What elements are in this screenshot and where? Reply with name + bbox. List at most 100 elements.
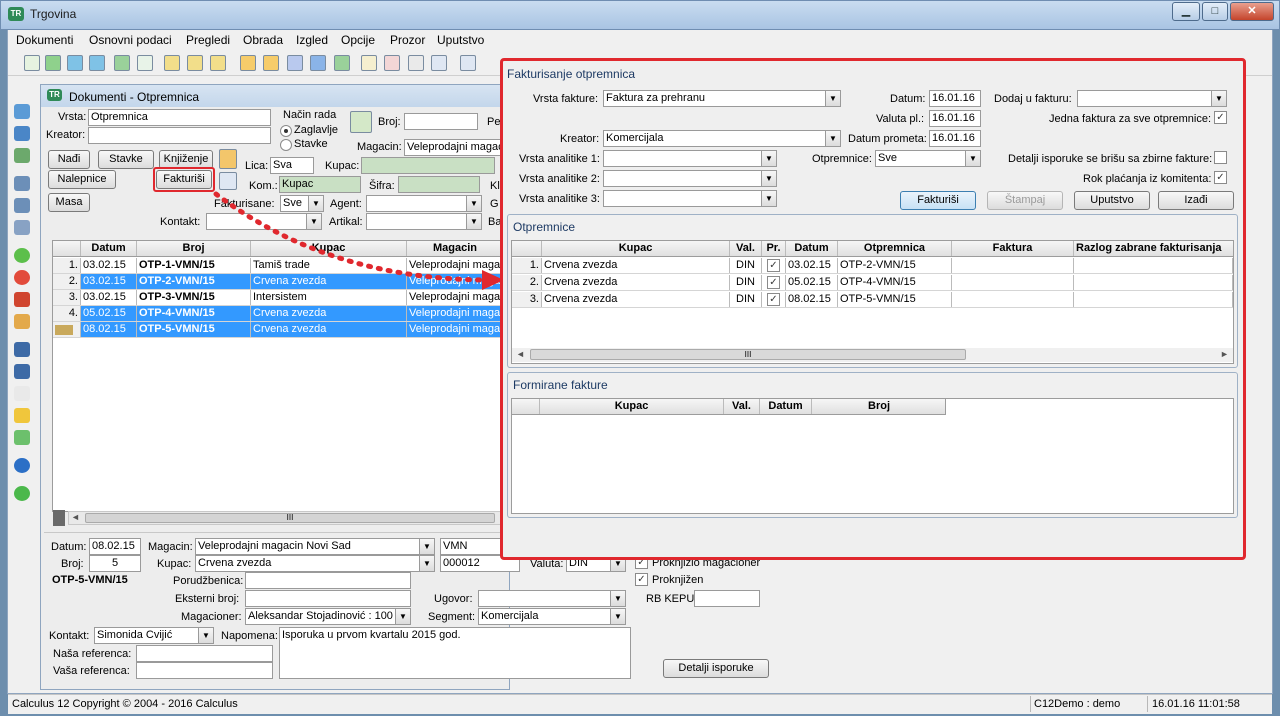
lica-field[interactable]: Sva bbox=[270, 157, 314, 174]
sheet-icon[interactable] bbox=[137, 55, 153, 71]
vrsta-field[interactable]: Otpremnica bbox=[88, 109, 271, 126]
pr-checkbox[interactable]: ✓ bbox=[767, 293, 780, 306]
col-datum[interactable]: Datum bbox=[760, 399, 812, 414]
nalepnice-button[interactable]: Nalepnice bbox=[48, 170, 116, 189]
refresh-docs-icon[interactable] bbox=[350, 111, 372, 133]
doc-green-icon[interactable] bbox=[310, 55, 326, 71]
vrsta-analitike-3-select[interactable]: ▼ bbox=[603, 190, 777, 207]
window-icon[interactable] bbox=[334, 55, 350, 71]
col-val[interactable]: Val. bbox=[724, 399, 760, 414]
save-icon[interactable] bbox=[14, 104, 30, 119]
dialog-datum-field[interactable]: 16.01.16 bbox=[929, 90, 981, 107]
undo-icon[interactable] bbox=[14, 292, 30, 307]
menu-obrada[interactable]: Obrada bbox=[243, 33, 283, 47]
segment-select[interactable]: Komercijala ▼ bbox=[478, 608, 626, 625]
ugovor-select[interactable]: ▼ bbox=[478, 590, 626, 607]
refresh-icon[interactable] bbox=[45, 55, 61, 71]
nadji-button[interactable]: Nađi bbox=[48, 150, 90, 169]
scroll-right-icon[interactable]: ► bbox=[1220, 349, 1229, 359]
disk-icon[interactable] bbox=[14, 126, 30, 141]
table-row[interactable]: 4. 05.02.15 OTP-4-VMN/15 Crvena zvezda V… bbox=[53, 306, 503, 322]
napomena-field[interactable]: Isporuka u prvom kvartalu 2015 god. bbox=[279, 627, 631, 679]
user-lock-icon[interactable] bbox=[219, 149, 237, 169]
detail-magacin-select[interactable]: Veleprodajni magacin Novi Sad ▼ bbox=[195, 538, 435, 555]
col-val[interactable]: Val. bbox=[730, 241, 762, 256]
menu-dokumenti[interactable]: Dokumenti bbox=[16, 33, 73, 47]
detail-broj-field[interactable]: 5 bbox=[89, 555, 141, 572]
col-broj[interactable]: Broj bbox=[812, 399, 946, 414]
doc-pen-icon[interactable] bbox=[240, 55, 256, 71]
copy-icon[interactable] bbox=[14, 220, 30, 235]
close-button[interactable]: ✕ bbox=[1230, 2, 1274, 21]
window-red-icon[interactable] bbox=[361, 55, 377, 71]
back-icon[interactable] bbox=[89, 55, 105, 71]
detalji-isporuke-button[interactable]: Detalji isporuke bbox=[663, 659, 769, 678]
filter-icon[interactable] bbox=[14, 408, 30, 423]
scroll-left-icon[interactable]: ◄ bbox=[516, 349, 525, 359]
menu-prozor[interactable]: Prozor bbox=[390, 33, 425, 47]
columns-icon[interactable] bbox=[431, 55, 447, 71]
forward-icon[interactable] bbox=[67, 55, 83, 71]
kontakt-select[interactable]: Simonida Cvijić ▼ bbox=[94, 627, 214, 644]
ok-icon[interactable] bbox=[14, 486, 30, 501]
doc-copy-icon[interactable] bbox=[263, 55, 279, 71]
magacioner-select[interactable]: Aleksandar Stojadinović : 100 ▼ bbox=[245, 608, 411, 625]
doc-edit-icon[interactable] bbox=[210, 55, 226, 71]
menu-osnovni-podaci[interactable]: Osnovni podaci bbox=[89, 33, 172, 47]
datum-prometa-field[interactable]: 16.01.16 bbox=[929, 130, 981, 147]
delete-icon[interactable] bbox=[14, 270, 30, 285]
table-icon[interactable] bbox=[14, 148, 30, 163]
minimize-button[interactable]: ▁ bbox=[1172, 2, 1200, 21]
table-row[interactable]: 08.02.15 OTP-5-VMN/15 Crvena zvezda Vele… bbox=[53, 322, 503, 338]
col-otpremnica[interactable]: Otpremnica bbox=[838, 241, 952, 256]
find-next-icon[interactable] bbox=[14, 364, 30, 379]
pr-checkbox[interactable]: ✓ bbox=[767, 259, 780, 272]
table-row[interactable]: 3. Crvena zvezda DIN ✓ 08.02.15 OTP-5-VM… bbox=[512, 292, 1233, 308]
menu-uputstvo[interactable]: Uputstvo bbox=[437, 33, 484, 47]
magacin-field[interactable]: Veleprodajni magaci bbox=[404, 139, 504, 156]
otpremnice-filter-select[interactable]: Sve ▼ bbox=[875, 150, 981, 167]
broj-field[interactable] bbox=[404, 113, 478, 130]
col-kupac[interactable]: Kupac bbox=[542, 241, 730, 256]
detalji-brisu-checkbox[interactable] bbox=[1214, 151, 1227, 164]
print-icon[interactable] bbox=[14, 176, 30, 191]
jedna-faktura-checkbox[interactable]: ✓ bbox=[1214, 111, 1227, 124]
scroll-left-icon[interactable]: ◄ bbox=[71, 512, 80, 522]
otpremnice-hscrollbar[interactable]: ◄ III ► bbox=[512, 348, 1233, 362]
proknjizen-checkbox[interactable]: ✓ bbox=[635, 573, 648, 586]
rbkepu-field[interactable] bbox=[694, 590, 760, 607]
calendar-icon[interactable] bbox=[408, 55, 424, 71]
menu-izgled[interactable]: Izgled bbox=[296, 33, 328, 47]
porudzbenica-field[interactable] bbox=[245, 572, 411, 589]
maximize-button[interactable]: □ bbox=[1202, 2, 1228, 21]
vrsta-fakture-select[interactable]: Faktura za prehranu ▼ bbox=[603, 90, 841, 107]
menu-opcije[interactable]: Opcije bbox=[341, 33, 375, 47]
menu-pregledi[interactable]: Pregledi bbox=[186, 33, 230, 47]
zaglavlje-radio[interactable] bbox=[280, 125, 292, 137]
documents-hscrollbar[interactable]: ◄ III bbox=[68, 511, 504, 525]
table-row[interactable]: 2. Crvena zvezda DIN ✓ 05.02.15 OTP-4-VM… bbox=[512, 275, 1233, 291]
print-preview-icon[interactable] bbox=[14, 198, 30, 213]
stampaj-button[interactable]: Štampaj bbox=[987, 191, 1063, 210]
valuta-pl-field[interactable]: 16.01.16 bbox=[929, 110, 981, 127]
binoculars-icon[interactable] bbox=[14, 342, 30, 357]
col-kupac[interactable]: Kupac bbox=[540, 399, 724, 414]
masa-button[interactable]: Masa bbox=[48, 193, 90, 212]
sort-icon[interactable] bbox=[14, 386, 30, 401]
detail-kupac-select[interactable]: Crvena zvezda ▼ bbox=[195, 555, 435, 572]
nasa-referenca-field[interactable] bbox=[136, 645, 273, 662]
vrsta-analitike-2-select[interactable]: ▼ bbox=[603, 170, 777, 187]
col-datum[interactable]: Datum bbox=[786, 241, 838, 256]
add-icon[interactable] bbox=[14, 248, 30, 263]
number-icon[interactable] bbox=[24, 55, 40, 71]
table-row[interactable]: 1. Crvena zvezda DIN ✓ 03.02.15 OTP-2-VM… bbox=[512, 258, 1233, 274]
stavke-button[interactable]: Stavke bbox=[98, 150, 154, 169]
scroll-thumb[interactable]: III bbox=[85, 513, 495, 523]
doc-save-icon[interactable] bbox=[287, 55, 303, 71]
dialog-kreator-select[interactable]: Komercijala ▼ bbox=[603, 130, 841, 147]
magacin-code-field[interactable]: VMN bbox=[440, 538, 502, 555]
pr-checkbox[interactable]: ✓ bbox=[767, 276, 780, 289]
scroll-thumb[interactable]: III bbox=[530, 349, 966, 360]
izadji-button[interactable]: Izađi bbox=[1158, 191, 1234, 210]
dodaj-select[interactable]: ▼ bbox=[1077, 90, 1227, 107]
